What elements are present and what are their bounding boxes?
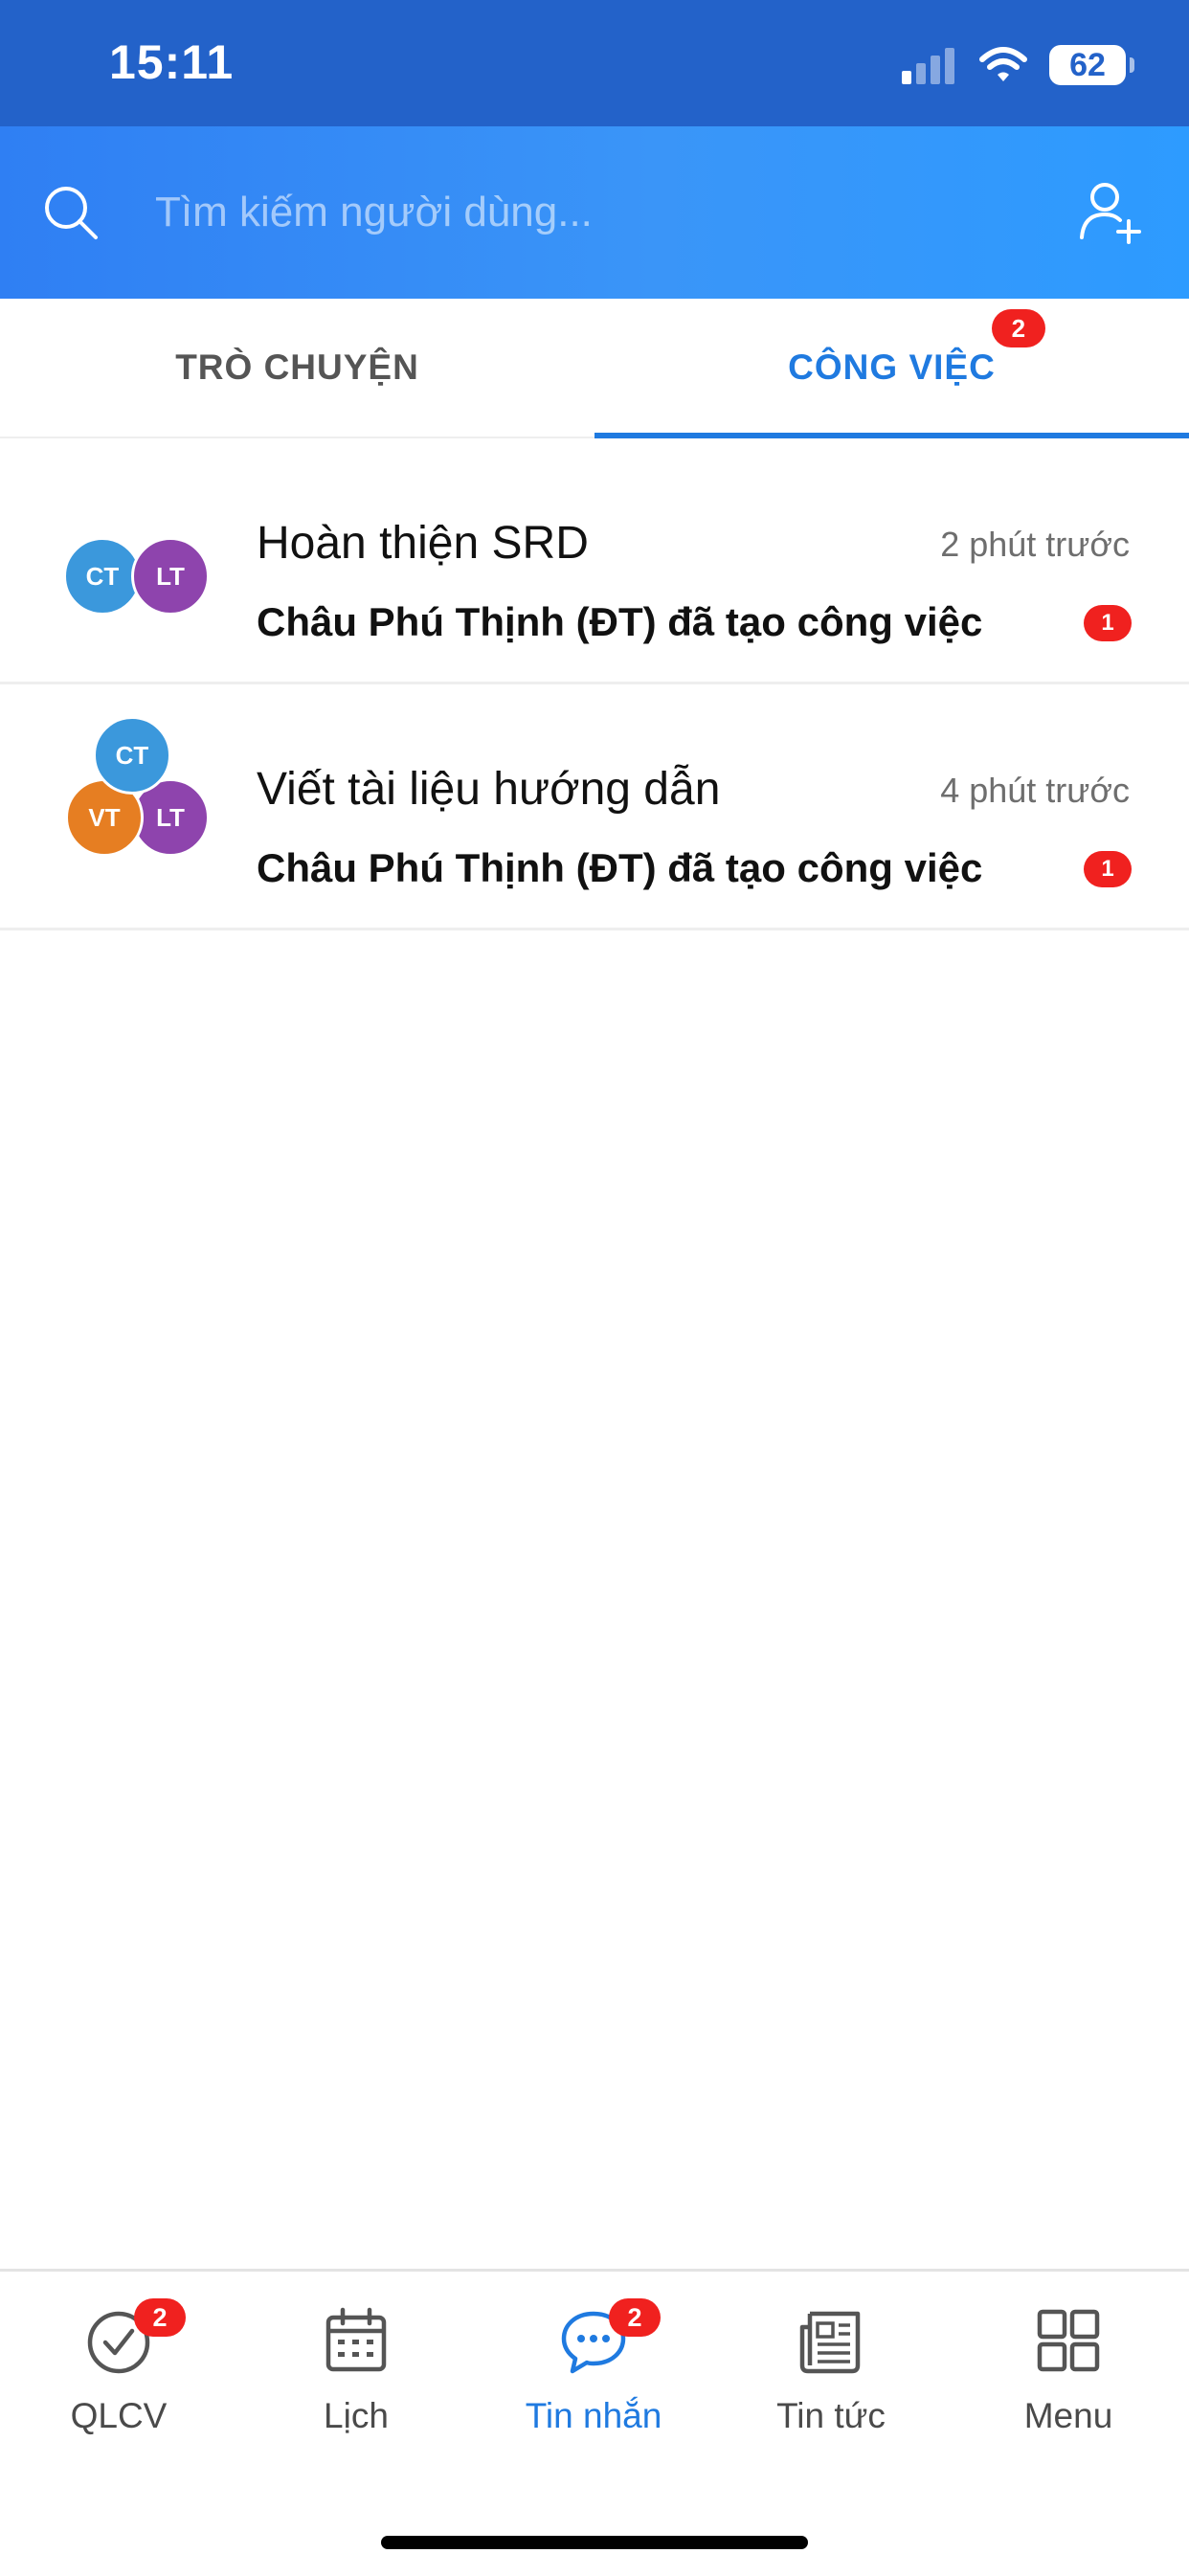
avatar: LT [131, 537, 210, 616]
task-title: Viết tài liệu hướng dẫn [257, 764, 721, 815]
avatar-initials: LT [156, 802, 185, 832]
calendar-icon [325, 2307, 387, 2372]
battery-level: 62 [1069, 46, 1106, 83]
search-icon [45, 187, 98, 239]
avatar: CT [93, 716, 171, 795]
nav-label: Lịch [324, 2396, 389, 2435]
nav-item-news[interactable]: Tin tức [712, 2272, 950, 2492]
cellular-signal-icon [902, 48, 954, 84]
nav-badge: 2 [134, 2298, 186, 2337]
search-header [0, 126, 1189, 299]
nav-item-messages[interactable]: 2 Tin nhắn [475, 2272, 712, 2492]
nav-item-menu[interactable]: Menu [950, 2272, 1187, 2492]
battery-indicator: 62 [1049, 45, 1134, 85]
avatar-initials: CT [85, 561, 120, 591]
avatar: CT [63, 537, 142, 616]
tab-tasks-label: CÔNG VIỆC [788, 347, 996, 387]
home-indicator[interactable] [381, 2536, 808, 2549]
avatar-initials: CT [115, 740, 149, 770]
search-input[interactable] [155, 176, 1017, 249]
unread-badge: 1 [1084, 851, 1132, 887]
list-item[interactable]: LT VT CT Viết tài liệu hướng dẫn 4 phút … [0, 684, 1189, 930]
task-subtitle: Châu Phú Thịnh (ĐT) đã tạo công việc [257, 845, 983, 890]
task-title: Hoàn thiện SRD [257, 518, 589, 569]
nav-label: Menu [1023, 2396, 1113, 2435]
avatar-initials: LT [156, 561, 185, 591]
nav-label: Tin nhắn [525, 2396, 662, 2435]
grid-icon [1037, 2309, 1100, 2372]
newspaper-icon [799, 2311, 861, 2374]
tab-tasks-badge: 2 [991, 309, 1045, 347]
status-time: 15:11 [109, 35, 235, 89]
tab-tasks[interactable]: CÔNG VIỆC 2 [594, 299, 1189, 438]
task-subtitle: Châu Phú Thịnh (ĐT) đã tạo công việc [257, 599, 983, 644]
tab-bar: TRÒ CHUYỆN CÔNG VIỆC 2 [0, 299, 1189, 438]
tab-chat[interactable]: TRÒ CHUYỆN [0, 299, 594, 437]
status-bar: 15:11 62 [0, 0, 1189, 126]
avatar-initials: VT [88, 802, 121, 832]
nav-label: Tin tức [776, 2396, 886, 2435]
nav-label: QLCV [70, 2396, 168, 2435]
task-list: CT LT Hoàn thiện SRD 2 phút trước Châu P… [0, 438, 1189, 930]
unread-badge: 1 [1084, 605, 1132, 641]
nav-badge: 2 [609, 2298, 661, 2337]
bottom-navigation: 2 QLCV Lịch 2 Tin nhắn Tin tức Menu [0, 2269, 1189, 2576]
task-time: 2 phút trước [940, 525, 1130, 564]
list-item[interactable]: CT LT Hoàn thiện SRD 2 phút trước Châu P… [0, 438, 1189, 684]
tab-chat-label: TRÒ CHUYỆN [175, 347, 419, 387]
nav-item-qlcv[interactable]: 2 QLCV [0, 2272, 237, 2492]
status-icons: 62 [902, 36, 1134, 94]
task-time: 4 phút trước [940, 771, 1130, 810]
wifi-icon [979, 47, 1027, 81]
add-user-icon[interactable] [1076, 178, 1145, 247]
nav-item-calendar[interactable]: Lịch [237, 2272, 475, 2492]
